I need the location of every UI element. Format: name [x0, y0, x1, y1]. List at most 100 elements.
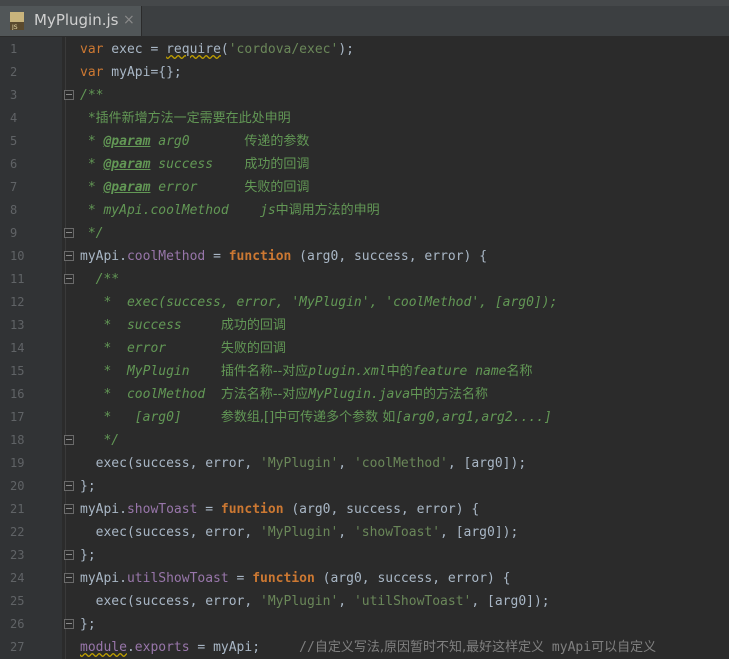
code-token: 插件新增方法一定需要在此处申明	[95, 111, 291, 126]
code-line: * @param error 失败的回调	[80, 176, 729, 199]
code-line: */	[80, 222, 729, 245]
close-icon[interactable]: ×	[123, 12, 135, 28]
fold-marker-icon[interactable]	[64, 435, 74, 445]
line-number: 27	[10, 640, 25, 654]
code-line: exec(success, error, 'MyPlugin', 'utilSh…	[80, 590, 729, 613]
code-token: 'MyPlugin'	[260, 594, 339, 609]
line-number: 22	[10, 525, 25, 539]
code-line: module.exports = myApi; //自定义写法,原因暂时不知,最…	[80, 636, 729, 659]
code-token: .	[126, 640, 135, 655]
code-token: 'showToast'	[353, 525, 441, 540]
code-token: /**	[80, 88, 104, 103]
code-token: * error	[80, 341, 221, 356]
code-token: (arg0, success, error) {	[283, 502, 480, 517]
fold-marker-icon[interactable]	[64, 274, 74, 284]
fold-marker-icon[interactable]	[64, 251, 74, 261]
code-token: =	[228, 571, 253, 586]
code-token: *	[80, 180, 104, 195]
code-token: @param	[103, 180, 151, 195]
line-number: 18	[10, 433, 25, 447]
code-token: */	[80, 226, 104, 241]
code-line: myApi.utilShowToast = function (arg0, su…	[80, 567, 729, 590]
code-token: =	[197, 502, 221, 517]
code-token: 可以自定义	[591, 640, 657, 655]
code-token: plugin.xml	[308, 364, 387, 379]
line-number: 25	[10, 594, 25, 608]
code-token: 参数组,[]中可传递多个参数 如	[220, 410, 396, 425]
line-number: 15	[10, 364, 25, 378]
fold-marker-icon[interactable]	[64, 504, 74, 514]
code-token: =	[205, 249, 229, 264]
code-line: * error 失败的回调	[80, 337, 729, 360]
code-token: };	[80, 617, 96, 632]
editor-tab-bar: JS MyPlugin.js ×	[0, 0, 729, 37]
line-number: 26	[10, 617, 25, 631]
code-token: * exec(success, error, 'MyPlugin', 'cool…	[80, 295, 558, 310]
code-token: };	[80, 548, 96, 563]
code-token: arg0	[150, 134, 245, 149]
code-token: 名称	[506, 364, 533, 379]
code-token: function	[228, 249, 292, 264]
code-token: ,	[338, 525, 354, 540]
code-token: myApi.	[80, 571, 127, 586]
code-token: (arg0, success, error) {	[314, 571, 511, 586]
code-token: 失败的回调	[244, 180, 310, 195]
js-file-icon: JS	[10, 12, 24, 30]
code-token: var	[80, 65, 104, 80]
code-token: *	[80, 111, 96, 126]
code-line: var myApi={};	[80, 61, 729, 84]
code-token: 'coolMethod'	[353, 456, 448, 471]
code-token: 传递的参数	[244, 134, 310, 149]
line-number: 13	[10, 318, 25, 332]
code-token: );	[338, 42, 354, 57]
fold-marker-icon[interactable]	[64, 573, 74, 583]
code-line: };	[80, 544, 729, 567]
line-number: 23	[10, 548, 25, 562]
code-line: * myApi.coolMethod js中调用方法的申明	[80, 199, 729, 222]
svg-text:JS: JS	[11, 24, 18, 30]
code-token: 方法名称--对应	[220, 387, 309, 402]
code-token: module	[80, 640, 127, 655]
code-line: * MyPlugin 插件名称--对应plugin.xml中的feature n…	[80, 360, 729, 383]
code-token: *	[80, 134, 104, 149]
code-token: exports	[134, 640, 190, 655]
code-token: *	[80, 157, 104, 172]
line-number: 10	[10, 249, 25, 263]
line-number: 6	[10, 157, 18, 171]
code-token: 中的	[386, 364, 413, 379]
code-token: @param	[103, 157, 151, 172]
code-token: 'cordova/exec'	[228, 42, 339, 57]
code-token: , [arg0]);	[440, 525, 519, 540]
code-token: * success	[80, 318, 221, 333]
code-token: myApi.	[80, 249, 127, 264]
tab-myplugin-js[interactable]: JS MyPlugin.js ×	[0, 6, 142, 36]
code-token: * coolMethod	[80, 387, 221, 402]
line-number: 1	[10, 42, 18, 56]
fold-marker-icon[interactable]	[64, 550, 74, 560]
code-token: 'MyPlugin'	[260, 456, 339, 471]
code-token: function	[252, 571, 315, 586]
line-number: 16	[10, 387, 25, 401]
code-token: 'utilShowToast'	[353, 594, 472, 609]
line-number: 7	[10, 180, 18, 194]
code-token: utilShowToast	[126, 571, 229, 586]
code-line: */	[80, 429, 729, 452]
code-token: 成功的回调	[220, 318, 286, 333]
code-token: */	[80, 433, 120, 448]
line-number: 17	[10, 410, 25, 424]
code-line: *插件新增方法一定需要在此处申明	[80, 107, 729, 130]
code-token: MyPlugin.java	[308, 387, 411, 402]
code-line: var exec = require('cordova/exec');	[80, 38, 729, 61]
code-token: coolMethod	[126, 249, 206, 264]
code-token: 中的方法名称	[410, 387, 489, 402]
fold-marker-icon[interactable]	[64, 619, 74, 629]
code-token: 失败的回调	[220, 341, 286, 356]
fold-marker-icon[interactable]	[64, 228, 74, 238]
code-token: 成功的回调	[244, 157, 310, 172]
fold-marker-icon[interactable]	[64, 481, 74, 491]
code-line: /**	[80, 84, 729, 107]
fold-marker-icon[interactable]	[64, 90, 74, 100]
line-number: 9	[10, 226, 18, 240]
code-token: feature name	[412, 364, 507, 379]
code-line: * @param arg0 传递的参数	[80, 130, 729, 153]
